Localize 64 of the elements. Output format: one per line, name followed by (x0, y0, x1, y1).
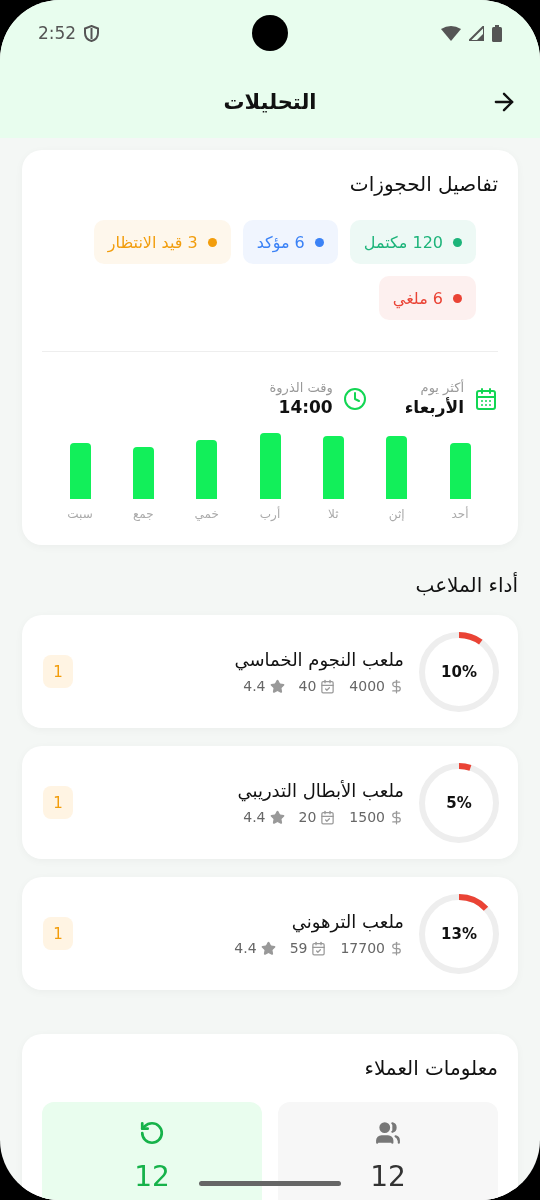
rating-text: 4.4 (243, 678, 266, 694)
day-label: ثلا (328, 507, 339, 521)
price-text: 1500 (349, 809, 385, 825)
day-label: جمع (133, 507, 154, 521)
stat-label: وقت الذروة (269, 380, 333, 395)
day-bar (322, 436, 344, 499)
stat-value: الأربعاء (404, 397, 464, 417)
battery-icon (492, 24, 502, 42)
percent-text: 10% (441, 662, 477, 681)
field-name: ملعب الأبطال التدريبي (236, 780, 404, 801)
star-icon (269, 809, 285, 825)
dollar-icon (389, 678, 404, 694)
card-title: معلومات العملاء (363, 1056, 498, 1080)
day-bar (386, 436, 408, 499)
price-text: 4000 (349, 678, 385, 694)
star-icon (260, 940, 276, 956)
status-chip: 6 ملغي (378, 276, 476, 320)
calendar-icon (320, 678, 336, 694)
field-name: ملعب الترهوني (290, 911, 404, 932)
screen-title: التحليلات (223, 90, 317, 114)
status-chip: 3 قيد الانتظار (93, 220, 231, 264)
shield-icon (84, 24, 100, 42)
day-label: أرب (259, 507, 281, 521)
calendar-icon (320, 809, 336, 825)
clock-icon (342, 386, 367, 411)
price-text: 17700 (340, 940, 385, 956)
signal-icon (469, 25, 484, 41)
calendar-icon (311, 940, 327, 956)
day-bar (259, 433, 281, 499)
rating-text: 4.4 (234, 940, 257, 956)
card-title: تفاصيل الحجوزات (348, 172, 498, 196)
bookings-count: 59 (289, 940, 308, 956)
day-bar (132, 447, 154, 499)
dollar-icon (389, 940, 404, 956)
calendar-icon (474, 386, 498, 411)
tile-value: 12 (370, 1160, 406, 1193)
day-label: خمي (194, 507, 219, 521)
rank-badge: 1 (43, 655, 73, 688)
percent-text: 13% (441, 924, 477, 943)
stat-value: 14:00 (277, 397, 333, 417)
rank-badge: 1 (43, 917, 73, 950)
day-label: أحد (451, 507, 469, 521)
percent-text: 5% (446, 793, 472, 812)
status-chip: 120 مكتمل (349, 220, 476, 264)
dollar-icon (389, 809, 404, 825)
day-bar (196, 440, 218, 499)
star-icon (269, 678, 285, 694)
status-chip: 6 مؤكد (242, 220, 338, 264)
day-label: سبت (67, 507, 93, 521)
section-title: أداء الملاعب (414, 573, 518, 597)
bookings-count: 20 (298, 809, 317, 825)
refresh-icon (139, 1120, 165, 1146)
rank-badge: 1 (43, 786, 73, 819)
stat-label: أكثر يوم (419, 380, 464, 395)
status-time: 2:52 (38, 23, 77, 43)
bookings-count: 40 (298, 678, 317, 694)
users-icon (375, 1120, 401, 1146)
day-bar (69, 443, 91, 499)
day-label: إثن (388, 507, 405, 521)
tile-value: 12 (134, 1160, 170, 1193)
field-name: ملعب النجوم الخماسي (233, 649, 404, 670)
day-bar (449, 443, 471, 499)
wifi-icon (441, 25, 461, 41)
rating-text: 4.4 (243, 809, 266, 825)
